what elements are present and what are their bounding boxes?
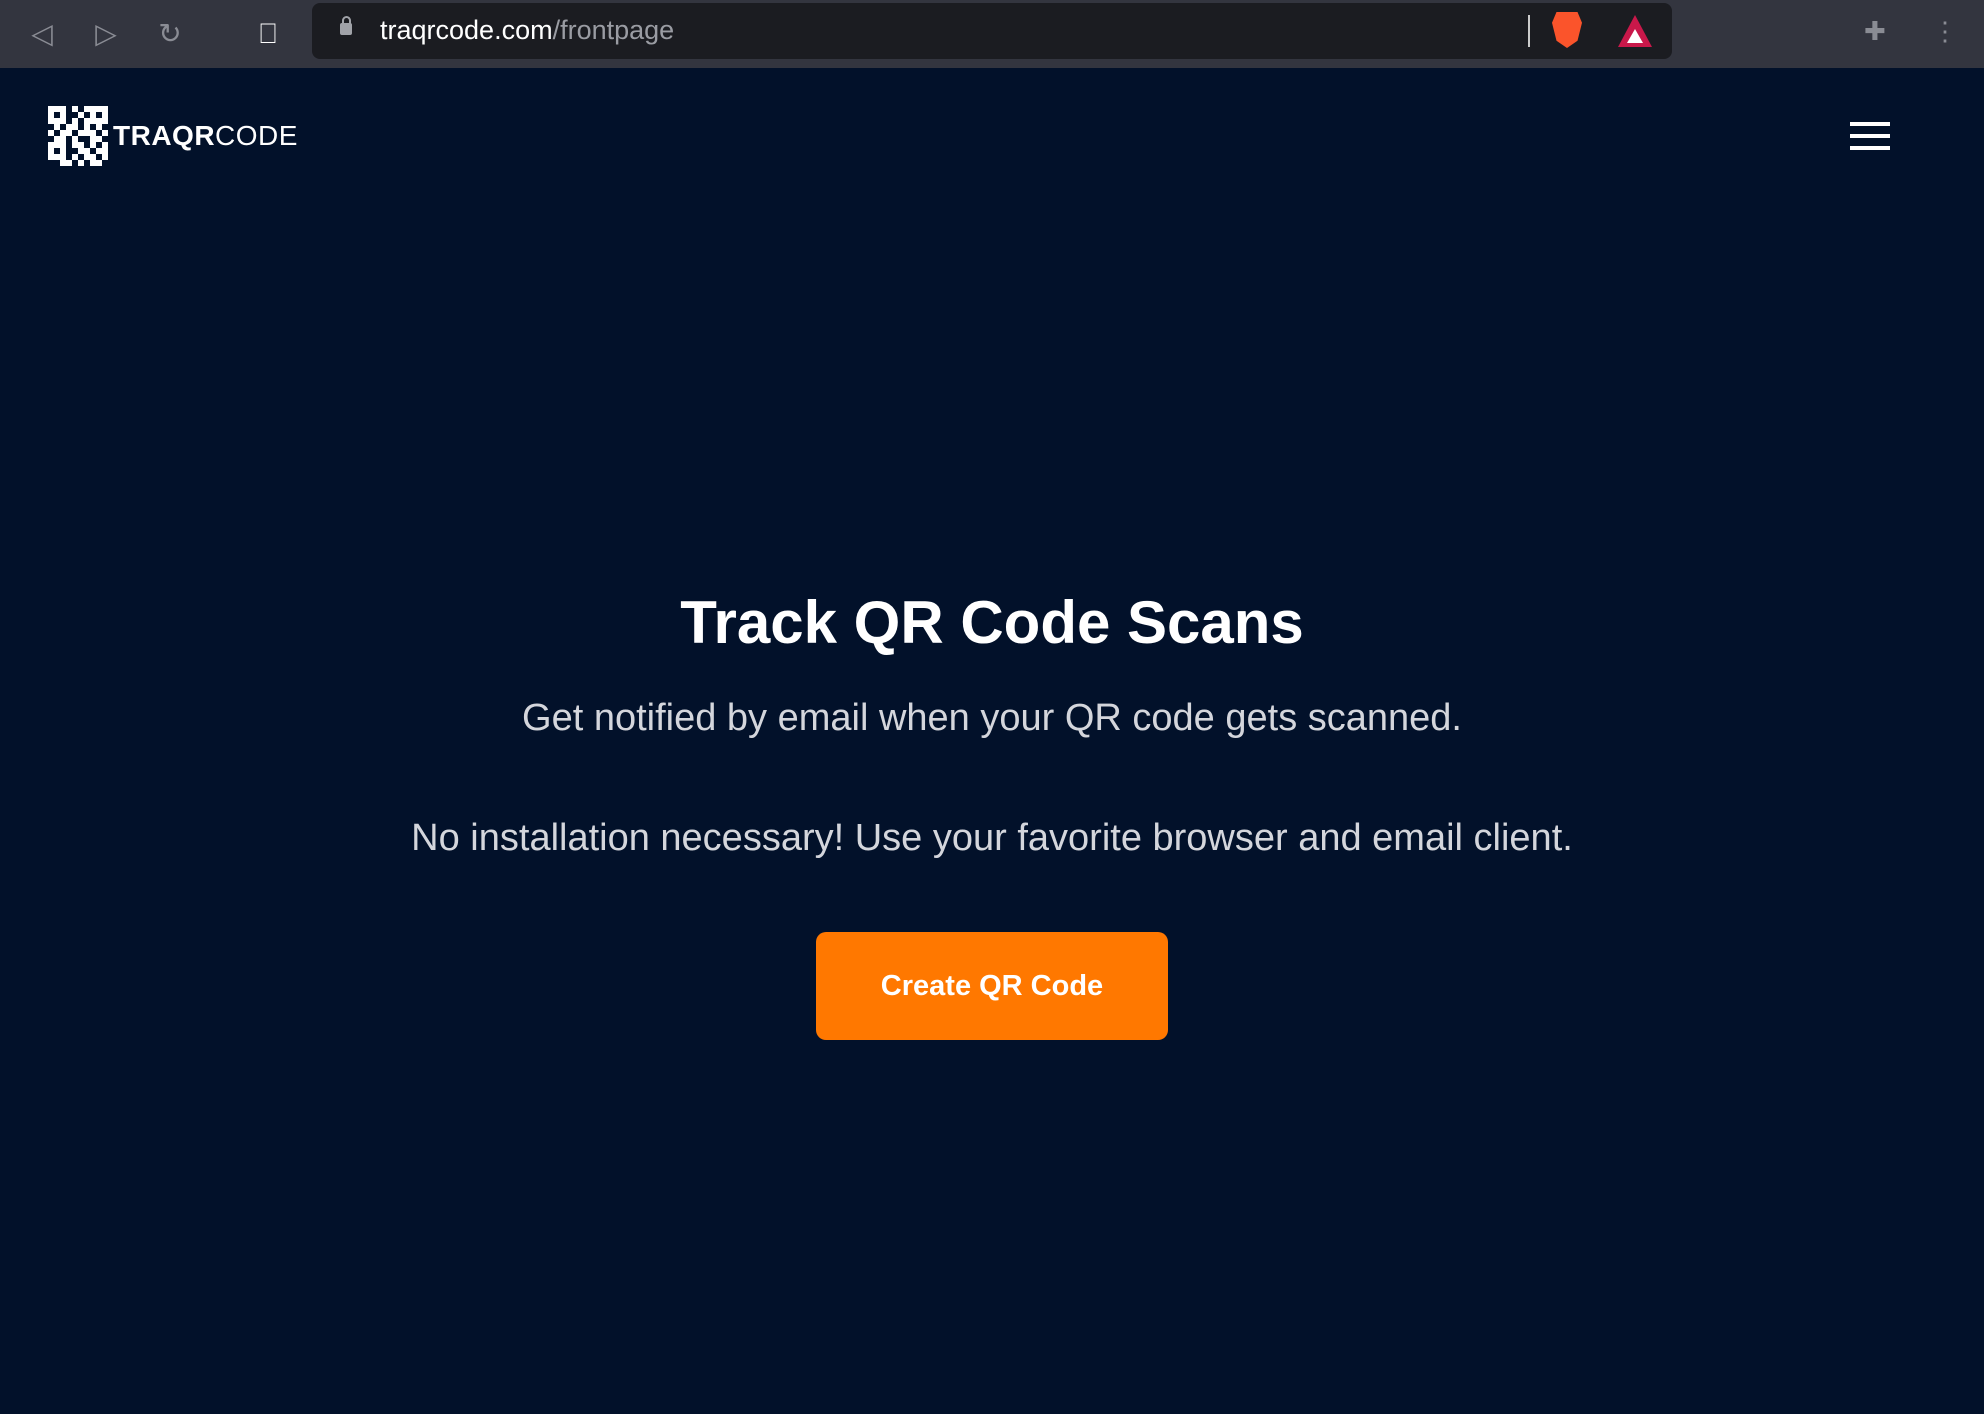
hero-note: No installation necessary! Use your favo… bbox=[411, 817, 1573, 859]
brand-bold: TRAQR bbox=[113, 120, 216, 151]
qr-logo-icon bbox=[48, 106, 108, 166]
extensions-icon[interactable]: ✚ bbox=[1864, 16, 1892, 46]
create-qr-code-button[interactable]: Create QR Code bbox=[816, 932, 1168, 1040]
brave-rewards-icon[interactable] bbox=[1618, 15, 1652, 47]
url-text[interactable]: traqrcode.com/frontpage bbox=[380, 15, 674, 46]
hero-subtitle: Get notified by email when your QR code … bbox=[522, 697, 1462, 739]
back-icon[interactable]: ◁ bbox=[24, 16, 60, 52]
bookmark-icon[interactable]: ⎕ bbox=[250, 16, 286, 52]
browser-toolbar: ◁ ▷ ↻ ⎕ traqrcode.com/frontpage ✚ ⋮ bbox=[0, 0, 1984, 68]
lock-icon bbox=[340, 16, 352, 35]
brand-name: TRAQRCODE bbox=[113, 120, 298, 152]
brand-light: CODE bbox=[215, 120, 298, 151]
hero-title: Track QR Code Scans bbox=[680, 589, 1304, 656]
browser-menu-icon[interactable]: ⋮ bbox=[1932, 16, 1958, 47]
brave-shields-icon[interactable] bbox=[1552, 12, 1582, 48]
url-path: /frontpage bbox=[552, 15, 675, 45]
site-logo[interactable]: TRAQRCODE bbox=[48, 106, 298, 166]
address-bar[interactable]: traqrcode.com/frontpage bbox=[312, 3, 1672, 59]
hamburger-menu-icon[interactable] bbox=[1850, 122, 1890, 150]
url-domain: traqrcode.com bbox=[380, 15, 553, 45]
reload-icon[interactable]: ↻ bbox=[152, 16, 188, 52]
divider bbox=[1528, 15, 1530, 47]
forward-icon[interactable]: ▷ bbox=[88, 16, 124, 52]
